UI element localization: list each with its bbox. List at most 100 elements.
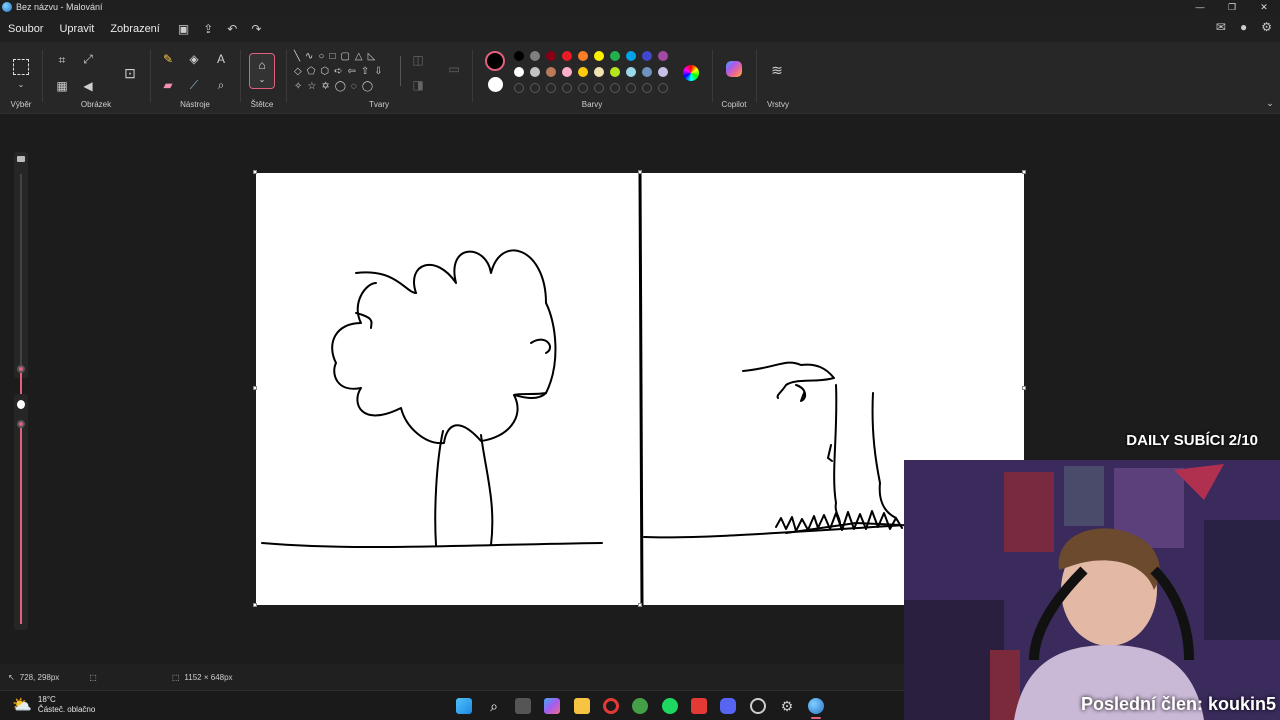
redo-icon[interactable]: ↷	[251, 22, 261, 36]
custom-color-slot[interactable]	[626, 83, 636, 93]
close-icon[interactable]: ✕	[1248, 0, 1280, 14]
color-swatch[interactable]	[626, 51, 636, 61]
eraser-icon[interactable]: ▰	[160, 78, 176, 92]
color-swatch[interactable]	[546, 67, 556, 77]
color-swatch[interactable]	[594, 51, 604, 61]
color-swatch[interactable]	[530, 51, 540, 61]
menu-edit[interactable]: Upravit	[51, 23, 102, 35]
resize-handle[interactable]	[253, 386, 257, 390]
paint-app-icon	[2, 2, 12, 12]
fill-style-icon[interactable]: ◨	[410, 78, 426, 92]
stream-banner-bottom: Poslední člen: koukin5	[1080, 694, 1276, 714]
resize-handle[interactable]	[638, 170, 642, 174]
cursor-icon: ↖	[8, 672, 15, 682]
custom-color-slot[interactable]	[658, 83, 668, 93]
save-icon[interactable]: ▣	[178, 22, 189, 36]
custom-color-slot[interactable]	[642, 83, 652, 93]
color-swatch[interactable]	[642, 67, 652, 77]
menu-file[interactable]: Soubor	[0, 23, 51, 35]
copilot-icon[interactable]	[726, 61, 742, 77]
resize-handle[interactable]	[1022, 170, 1026, 174]
magnifier-icon[interactable]: ⌕	[213, 78, 229, 92]
copilot-taskbar-icon[interactable]	[544, 698, 560, 714]
resize-handle[interactable]	[638, 603, 642, 607]
color-swatch[interactable]	[514, 67, 524, 77]
custom-color-slot[interactable]	[530, 83, 540, 93]
opacity-slider[interactable]	[14, 394, 28, 630]
color-swatch[interactable]	[626, 67, 636, 77]
color-swatch[interactable]	[514, 51, 524, 61]
settings-icon[interactable]: ⚙	[1261, 20, 1272, 34]
color-swatch[interactable]	[562, 51, 572, 61]
maximize-icon[interactable]: ❐	[1216, 0, 1248, 14]
brush-size-slider[interactable]	[14, 152, 28, 410]
text-icon[interactable]: A	[213, 52, 229, 66]
start-icon[interactable]	[456, 698, 472, 714]
color-picker-icon[interactable]: ⟋	[186, 78, 202, 92]
color-swatch[interactable]	[530, 67, 540, 77]
discord-icon[interactable]	[720, 698, 736, 714]
group-copilot: Copilot	[714, 42, 754, 114]
file-explorer-icon[interactable]	[574, 698, 590, 714]
xbox-icon[interactable]	[632, 698, 648, 714]
color-swatch[interactable]	[578, 51, 588, 61]
shape-style-icon[interactable]: ▭	[446, 62, 462, 76]
obs-icon[interactable]	[750, 698, 766, 714]
color-swatch[interactable]	[642, 51, 652, 61]
streaming-app-icon[interactable]	[691, 698, 707, 714]
custom-color-slot[interactable]	[514, 83, 524, 93]
custom-color-slot[interactable]	[610, 83, 620, 93]
paint-taskbar-icon[interactable]	[808, 698, 824, 714]
size-slider-thumb[interactable]	[17, 365, 25, 373]
resize-icon[interactable]: ⤢	[80, 52, 96, 66]
custom-color-slot[interactable]	[594, 83, 604, 93]
chevron-down-icon[interactable]: ⌄	[13, 78, 29, 92]
color-swatch[interactable]	[610, 51, 620, 61]
group-layers: ≋ Vrstvy	[758, 42, 798, 114]
brush-icon[interactable]: ⌂ ⌄	[249, 53, 275, 89]
feedback-icon[interactable]: ✉	[1216, 20, 1226, 34]
group-label-copilot: Copilot	[721, 100, 747, 109]
color-swatch[interactable]	[578, 67, 588, 77]
quick-access: ▣ ⇪ ↶ ↷	[178, 22, 262, 36]
select-rectangle-icon[interactable]	[13, 59, 29, 75]
resize-handle[interactable]	[253, 603, 257, 607]
menu-view[interactable]: Zobrazení	[102, 23, 168, 35]
search-icon[interactable]: ⌕	[486, 698, 502, 714]
custom-color-slot[interactable]	[578, 83, 588, 93]
layers-icon[interactable]: ≋	[769, 63, 785, 77]
account-icon[interactable]: ●	[1240, 20, 1247, 34]
group-brushes: ⌂ ⌄ Štětce	[242, 42, 282, 114]
color-swatch[interactable]	[658, 51, 668, 61]
color-swatch[interactable]	[610, 67, 620, 77]
undo-icon[interactable]: ↶	[227, 22, 237, 36]
pencil-icon[interactable]: ✎	[160, 52, 176, 66]
fill-icon[interactable]: ◈	[186, 52, 202, 66]
resize-handle[interactable]	[1022, 386, 1026, 390]
opera-icon[interactable]	[603, 698, 619, 714]
rotate-icon[interactable]: ◀	[80, 79, 96, 93]
secondary-color[interactable]	[488, 77, 503, 92]
resize-handle[interactable]	[253, 170, 257, 174]
task-view-icon[interactable]	[515, 698, 531, 714]
custom-color-slot[interactable]	[546, 83, 556, 93]
custom-color-slot[interactable]	[562, 83, 572, 93]
pattern-icon[interactable]: ▦	[54, 79, 70, 93]
minimize-icon[interactable]: —	[1184, 0, 1216, 14]
shapes-gallery[interactable]: ╲∿○□▢△◺ ◇⬠⬡➪⇦⇧⇩ ✧☆✡◯◌◯	[294, 49, 398, 97]
color-swatch[interactable]	[546, 51, 556, 61]
primary-color[interactable]	[485, 51, 505, 71]
settings-taskbar-icon[interactable]: ⚙	[779, 698, 795, 714]
opacity-slider-thumb[interactable]	[17, 420, 25, 428]
color-swatch[interactable]	[562, 67, 572, 77]
color-swatch[interactable]	[658, 67, 668, 77]
share-icon[interactable]: ⇪	[203, 22, 213, 36]
collapse-ribbon-icon[interactable]: ⌄	[1262, 96, 1278, 110]
crop-icon[interactable]: ⌗	[54, 53, 70, 67]
spotify-icon[interactable]	[662, 698, 678, 714]
image-remove-bg-icon[interactable]: ⊡	[122, 66, 138, 80]
edit-colors-icon[interactable]	[683, 65, 699, 81]
weather-widget[interactable]: ⛅ 18°C Částeč. oblačno	[12, 695, 95, 715]
outline-icon[interactable]: ◫	[410, 53, 426, 67]
color-swatch[interactable]	[594, 67, 604, 77]
